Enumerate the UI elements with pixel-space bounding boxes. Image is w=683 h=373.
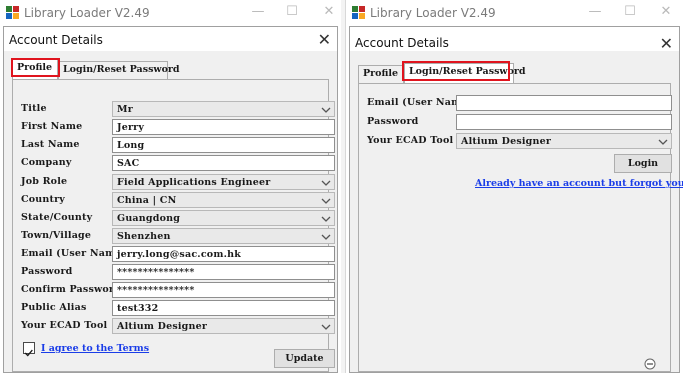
- chevron-down-icon: [321, 216, 331, 222]
- maximize-icon[interactable]: ☐: [284, 4, 300, 19]
- form-row: First Name Jerry: [13, 119, 335, 135]
- update-button[interactable]: Update: [274, 349, 335, 368]
- window-close-icon[interactable]: ✕: [321, 4, 337, 19]
- app-logo-icon: [352, 6, 365, 19]
- job-role-label: Job Role: [21, 176, 68, 187]
- chevron-down-icon: [321, 234, 331, 240]
- job-role-value: Field Applications Engineer: [117, 177, 271, 188]
- tab-profile[interactable]: Profile: [358, 65, 404, 83]
- tab-profile[interactable]: Profile: [12, 59, 58, 79]
- title-select[interactable]: Mr: [112, 101, 335, 117]
- country-select[interactable]: China | CN: [112, 192, 335, 208]
- form-row: Your ECAD Tool Altium Designer: [13, 318, 335, 334]
- ecad-tool-value: Altium Designer: [117, 321, 208, 332]
- checkmark-icon: [24, 349, 33, 357]
- email-label: Email (User Name): [21, 248, 127, 259]
- window-close-icon[interactable]: ✕: [658, 4, 674, 19]
- tab-login-reset[interactable]: Login/Reset Password: [58, 61, 180, 79]
- tab-login-reset[interactable]: Login/Reset Password: [404, 63, 526, 83]
- maximize-icon[interactable]: ☐: [622, 4, 638, 19]
- ecad-tool-select[interactable]: Altium Designer: [112, 318, 335, 334]
- chevron-down-icon: [321, 198, 331, 204]
- dialog-close-icon[interactable]: ✕: [318, 30, 331, 49]
- company-label: Company: [21, 157, 72, 168]
- title-value: Mr: [117, 104, 133, 115]
- public-alias-label: Public Alias: [21, 302, 87, 313]
- login-email-field[interactable]: [456, 95, 672, 111]
- login-button[interactable]: Login: [614, 154, 672, 173]
- form-row: Password ***************: [13, 264, 335, 280]
- login-ecad-label: Your ECAD Tool: [367, 135, 454, 146]
- app-logo-icon: [6, 6, 19, 19]
- password-field[interactable]: ***************: [112, 264, 335, 280]
- terms-checkbox[interactable]: [23, 342, 35, 357]
- minimize-icon[interactable]: —: [250, 4, 266, 19]
- account-details-dialog: Account Details ✕ Profile Login/Reset Pa…: [349, 26, 683, 373]
- last-name-field[interactable]: Long: [112, 137, 335, 153]
- form-row: Email (User Name): [359, 95, 672, 111]
- country-label: Country: [21, 194, 66, 205]
- chevron-down-icon: [321, 324, 331, 330]
- first-name-field[interactable]: Jerry: [112, 119, 335, 135]
- chevron-down-icon: [321, 107, 331, 113]
- form-row: Password: [359, 114, 672, 130]
- chevron-down-icon: [658, 139, 668, 145]
- app-title: Library Loader V2.49: [24, 6, 150, 20]
- form-row: Your ECAD Tool Altium Designer: [359, 133, 672, 149]
- forgot-password-link[interactable]: Already have an account but forgot your …: [475, 178, 683, 189]
- login-password-field[interactable]: [456, 114, 672, 130]
- password-label: Password: [21, 266, 73, 277]
- state-county-value: Guangdong: [117, 213, 181, 224]
- form-row: Job Role Field Applications Engineer: [13, 174, 335, 190]
- login-password-label: Password: [367, 116, 419, 127]
- title-bar: Library Loader V2.49 — ☐ ✕: [0, 0, 341, 26]
- form-row: Town/Village Shenzhen: [13, 228, 335, 244]
- country-value: China | CN: [117, 195, 177, 206]
- login-panel: Email (User Name) Password Your ECAD Too…: [358, 83, 683, 372]
- public-alias-field[interactable]: test332: [112, 300, 335, 316]
- dialog-close-icon[interactable]: ✕: [660, 34, 673, 53]
- form-row: Public Alias test332: [13, 300, 335, 316]
- title-bar: Library Loader V2.49 — ☐ ✕: [346, 0, 683, 26]
- collapse-icon[interactable]: [644, 358, 656, 370]
- dialog-header: Account Details ✕: [4, 27, 337, 51]
- library-loader-window-login: Library Loader V2.49 — ☐ ✕ Account Detai…: [345, 0, 683, 373]
- first-name-label: First Name: [21, 121, 83, 132]
- form-row: Email (User Name) jerry.long@sac.com.hk: [13, 246, 335, 262]
- state-county-label: State/County: [21, 212, 93, 223]
- dialog-title: Account Details: [355, 36, 449, 50]
- last-name-label: Last Name: [21, 139, 80, 150]
- form-row: Confirm Password ***************: [13, 282, 335, 298]
- town-village-select[interactable]: Shenzhen: [112, 228, 335, 244]
- account-details-dialog: Account Details ✕ Profile Login/Reset Pa…: [3, 26, 338, 373]
- login-ecad-value: Altium Designer: [461, 136, 552, 147]
- ecad-tool-label: Your ECAD Tool: [21, 320, 108, 331]
- state-county-select[interactable]: Guangdong: [112, 210, 335, 226]
- minimize-icon[interactable]: —: [587, 4, 603, 19]
- library-loader-window-profile: Library Loader V2.49 — ☐ ✕ Account Detai…: [0, 0, 341, 373]
- profile-panel: Title Mr First Name Jerry Last Name Long…: [12, 79, 335, 372]
- dialog-title: Account Details: [9, 33, 103, 47]
- login-ecad-select[interactable]: Altium Designer: [456, 133, 672, 149]
- chevron-down-icon: [321, 180, 331, 186]
- confirm-password-label: Confirm Password: [21, 284, 121, 295]
- company-field[interactable]: SAC: [112, 155, 335, 171]
- town-village-label: Town/Village: [21, 230, 92, 241]
- form-row: Title Mr: [13, 101, 335, 117]
- terms-link[interactable]: I agree to the Terms: [41, 343, 149, 354]
- form-row: Company SAC: [13, 155, 335, 171]
- confirm-password-field[interactable]: ***************: [112, 282, 335, 298]
- form-row: Country China | CN: [13, 192, 335, 208]
- form-row: Last Name Long: [13, 137, 335, 153]
- job-role-select[interactable]: Field Applications Engineer: [112, 174, 335, 190]
- email-field[interactable]: jerry.long@sac.com.hk: [112, 246, 335, 262]
- form-row: State/County Guangdong: [13, 210, 335, 226]
- dialog-header: Account Details ✕: [350, 27, 679, 53]
- town-village-value: Shenzhen: [117, 231, 171, 242]
- title-label: Title: [21, 103, 47, 114]
- app-title: Library Loader V2.49: [370, 6, 496, 20]
